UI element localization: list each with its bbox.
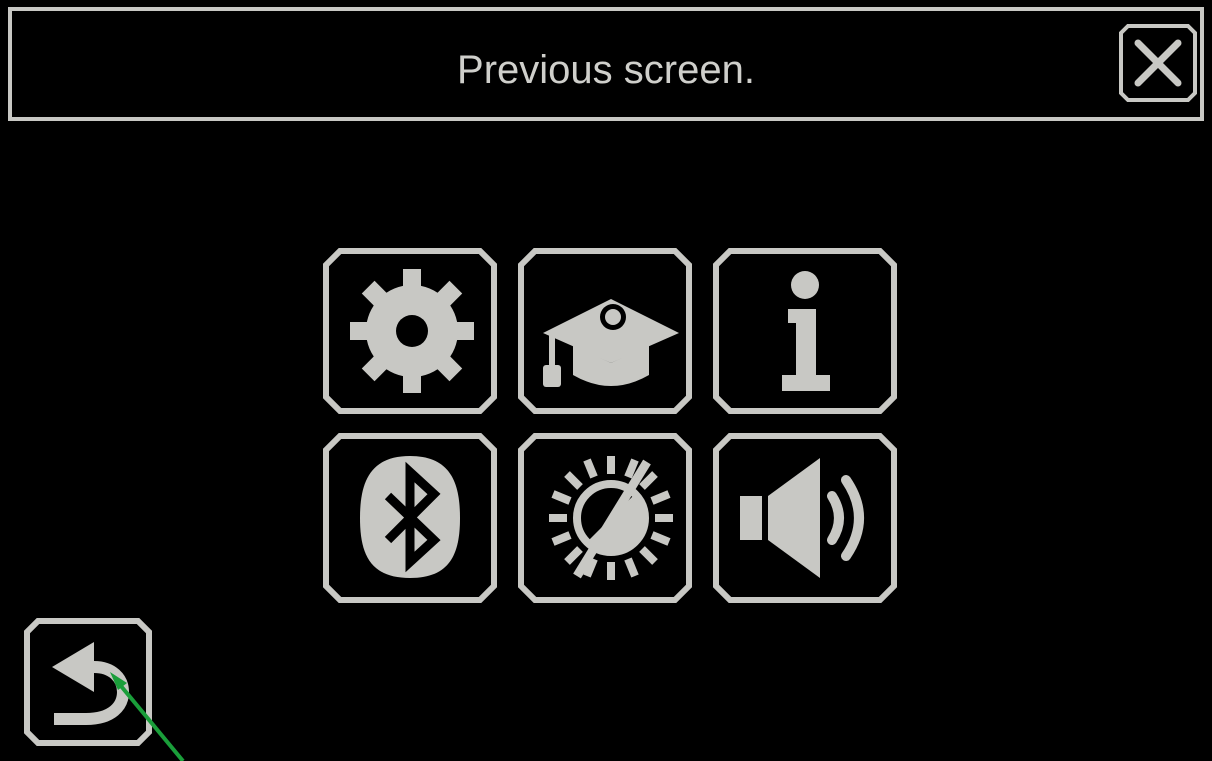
tile-info[interactable]	[712, 247, 897, 415]
brightness-icon	[549, 456, 673, 580]
tile-settings[interactable]	[322, 247, 498, 415]
info-icon	[782, 271, 830, 391]
tile-learning[interactable]	[517, 247, 693, 415]
tile-bluetooth[interactable]	[322, 432, 498, 603]
screen-title: Previous screen.	[457, 48, 755, 92]
title-bar: Previous screen.	[8, 7, 1204, 121]
back-button[interactable]	[24, 618, 152, 746]
tile-volume[interactable]	[712, 432, 897, 603]
close-button[interactable]	[1118, 23, 1198, 103]
speaker-volume-icon	[740, 458, 864, 578]
back-arrow-icon	[52, 642, 130, 725]
graduation-cap-icon	[543, 299, 679, 387]
bluetooth-icon	[360, 456, 460, 578]
close-icon	[1119, 24, 1197, 102]
tile-brightness[interactable]	[517, 432, 693, 603]
gear-icon	[350, 269, 474, 393]
